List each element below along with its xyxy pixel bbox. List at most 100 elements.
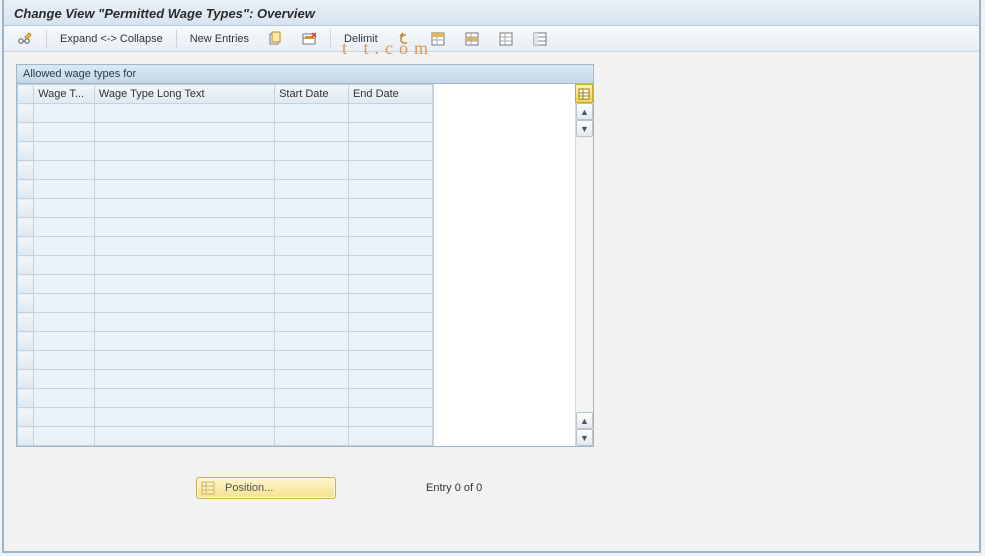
cell-end-date[interactable]: [348, 294, 432, 313]
row-selector[interactable]: [18, 104, 34, 123]
expand-collapse-button[interactable]: Expand <-> Collapse: [53, 29, 170, 49]
cell-end-date[interactable]: [348, 389, 432, 408]
row-selector[interactable]: [18, 408, 34, 427]
col-start-date[interactable]: Start Date: [275, 85, 349, 104]
cell-wage-type[interactable]: [34, 351, 95, 370]
cell-end-date[interactable]: [348, 218, 432, 237]
table-row[interactable]: [18, 275, 433, 294]
row-selector[interactable]: [18, 161, 34, 180]
table-row[interactable]: [18, 199, 433, 218]
vertical-scrollbar[interactable]: ▲ ▼ ▲ ▼: [575, 103, 593, 446]
deselect-all-button[interactable]: [491, 29, 521, 49]
cell-wage-type[interactable]: [34, 332, 95, 351]
cell-wage-type[interactable]: [34, 408, 95, 427]
col-end-date[interactable]: End Date: [348, 85, 432, 104]
cell-long-text[interactable]: [94, 294, 274, 313]
cell-wage-type[interactable]: [34, 275, 95, 294]
cell-long-text[interactable]: [94, 351, 274, 370]
cell-start-date[interactable]: [275, 161, 349, 180]
row-selector[interactable]: [18, 142, 34, 161]
cell-start-date[interactable]: [275, 427, 349, 446]
cell-end-date[interactable]: [348, 275, 432, 294]
table-row[interactable]: [18, 256, 433, 275]
cell-end-date[interactable]: [348, 237, 432, 256]
row-selector[interactable]: [18, 275, 34, 294]
cell-long-text[interactable]: [94, 161, 274, 180]
row-selector[interactable]: [18, 427, 34, 446]
cell-end-date[interactable]: [348, 123, 432, 142]
cell-start-date[interactable]: [275, 180, 349, 199]
cell-long-text[interactable]: [94, 123, 274, 142]
cell-start-date[interactable]: [275, 408, 349, 427]
cell-end-date[interactable]: [348, 142, 432, 161]
row-selector[interactable]: [18, 351, 34, 370]
table-row[interactable]: [18, 332, 433, 351]
table-row[interactable]: [18, 123, 433, 142]
select-block-button[interactable]: [457, 29, 487, 49]
cell-wage-type[interactable]: [34, 256, 95, 275]
cell-start-date[interactable]: [275, 294, 349, 313]
cell-wage-type[interactable]: [34, 294, 95, 313]
cell-start-date[interactable]: [275, 389, 349, 408]
cell-long-text[interactable]: [94, 199, 274, 218]
cell-long-text[interactable]: [94, 180, 274, 199]
cell-start-date[interactable]: [275, 275, 349, 294]
cell-wage-type[interactable]: [34, 142, 95, 161]
cell-start-date[interactable]: [275, 237, 349, 256]
table-row[interactable]: [18, 218, 433, 237]
cell-end-date[interactable]: [348, 370, 432, 389]
row-selector[interactable]: [18, 218, 34, 237]
wage-types-table[interactable]: Wage T... Wage Type Long Text Start Date…: [17, 84, 433, 446]
cell-end-date[interactable]: [348, 332, 432, 351]
scroll-down-button[interactable]: ▼: [576, 120, 593, 137]
cell-wage-type[interactable]: [34, 180, 95, 199]
table-row[interactable]: [18, 351, 433, 370]
cell-long-text[interactable]: [94, 275, 274, 294]
table-row[interactable]: [18, 427, 433, 446]
cell-long-text[interactable]: [94, 218, 274, 237]
table-row[interactable]: [18, 389, 433, 408]
cell-end-date[interactable]: [348, 161, 432, 180]
row-selector[interactable]: [18, 294, 34, 313]
corner-cell[interactable]: [18, 85, 34, 104]
cell-start-date[interactable]: [275, 104, 349, 123]
row-selector[interactable]: [18, 123, 34, 142]
toggle-display-change-button[interactable]: [10, 29, 40, 49]
delete-button[interactable]: [294, 29, 324, 49]
cell-wage-type[interactable]: [34, 427, 95, 446]
position-button[interactable]: Position...: [196, 477, 336, 499]
cell-wage-type[interactable]: [34, 199, 95, 218]
cell-wage-type[interactable]: [34, 389, 95, 408]
row-selector[interactable]: [18, 256, 34, 275]
cell-long-text[interactable]: [94, 408, 274, 427]
cell-start-date[interactable]: [275, 199, 349, 218]
cell-end-date[interactable]: [348, 408, 432, 427]
cell-end-date[interactable]: [348, 427, 432, 446]
row-selector[interactable]: [18, 370, 34, 389]
cell-wage-type[interactable]: [34, 218, 95, 237]
table-row[interactable]: [18, 161, 433, 180]
cell-start-date[interactable]: [275, 256, 349, 275]
cell-long-text[interactable]: [94, 370, 274, 389]
cell-start-date[interactable]: [275, 123, 349, 142]
cell-wage-type[interactable]: [34, 370, 95, 389]
cell-wage-type[interactable]: [34, 123, 95, 142]
table-row[interactable]: [18, 294, 433, 313]
print-button[interactable]: [525, 29, 555, 49]
scroll-up-button-bottom[interactable]: ▲: [576, 412, 593, 429]
row-selector[interactable]: [18, 313, 34, 332]
cell-wage-type[interactable]: [34, 313, 95, 332]
cell-long-text[interactable]: [94, 104, 274, 123]
col-wage-type[interactable]: Wage T...: [34, 85, 95, 104]
cell-wage-type[interactable]: [34, 237, 95, 256]
table-row[interactable]: [18, 142, 433, 161]
cell-wage-type[interactable]: [34, 104, 95, 123]
cell-long-text[interactable]: [94, 389, 274, 408]
scroll-up-button[interactable]: ▲: [576, 103, 593, 120]
cell-start-date[interactable]: [275, 313, 349, 332]
cell-end-date[interactable]: [348, 313, 432, 332]
row-selector[interactable]: [18, 237, 34, 256]
cell-start-date[interactable]: [275, 332, 349, 351]
table-row[interactable]: [18, 237, 433, 256]
table-row[interactable]: [18, 313, 433, 332]
